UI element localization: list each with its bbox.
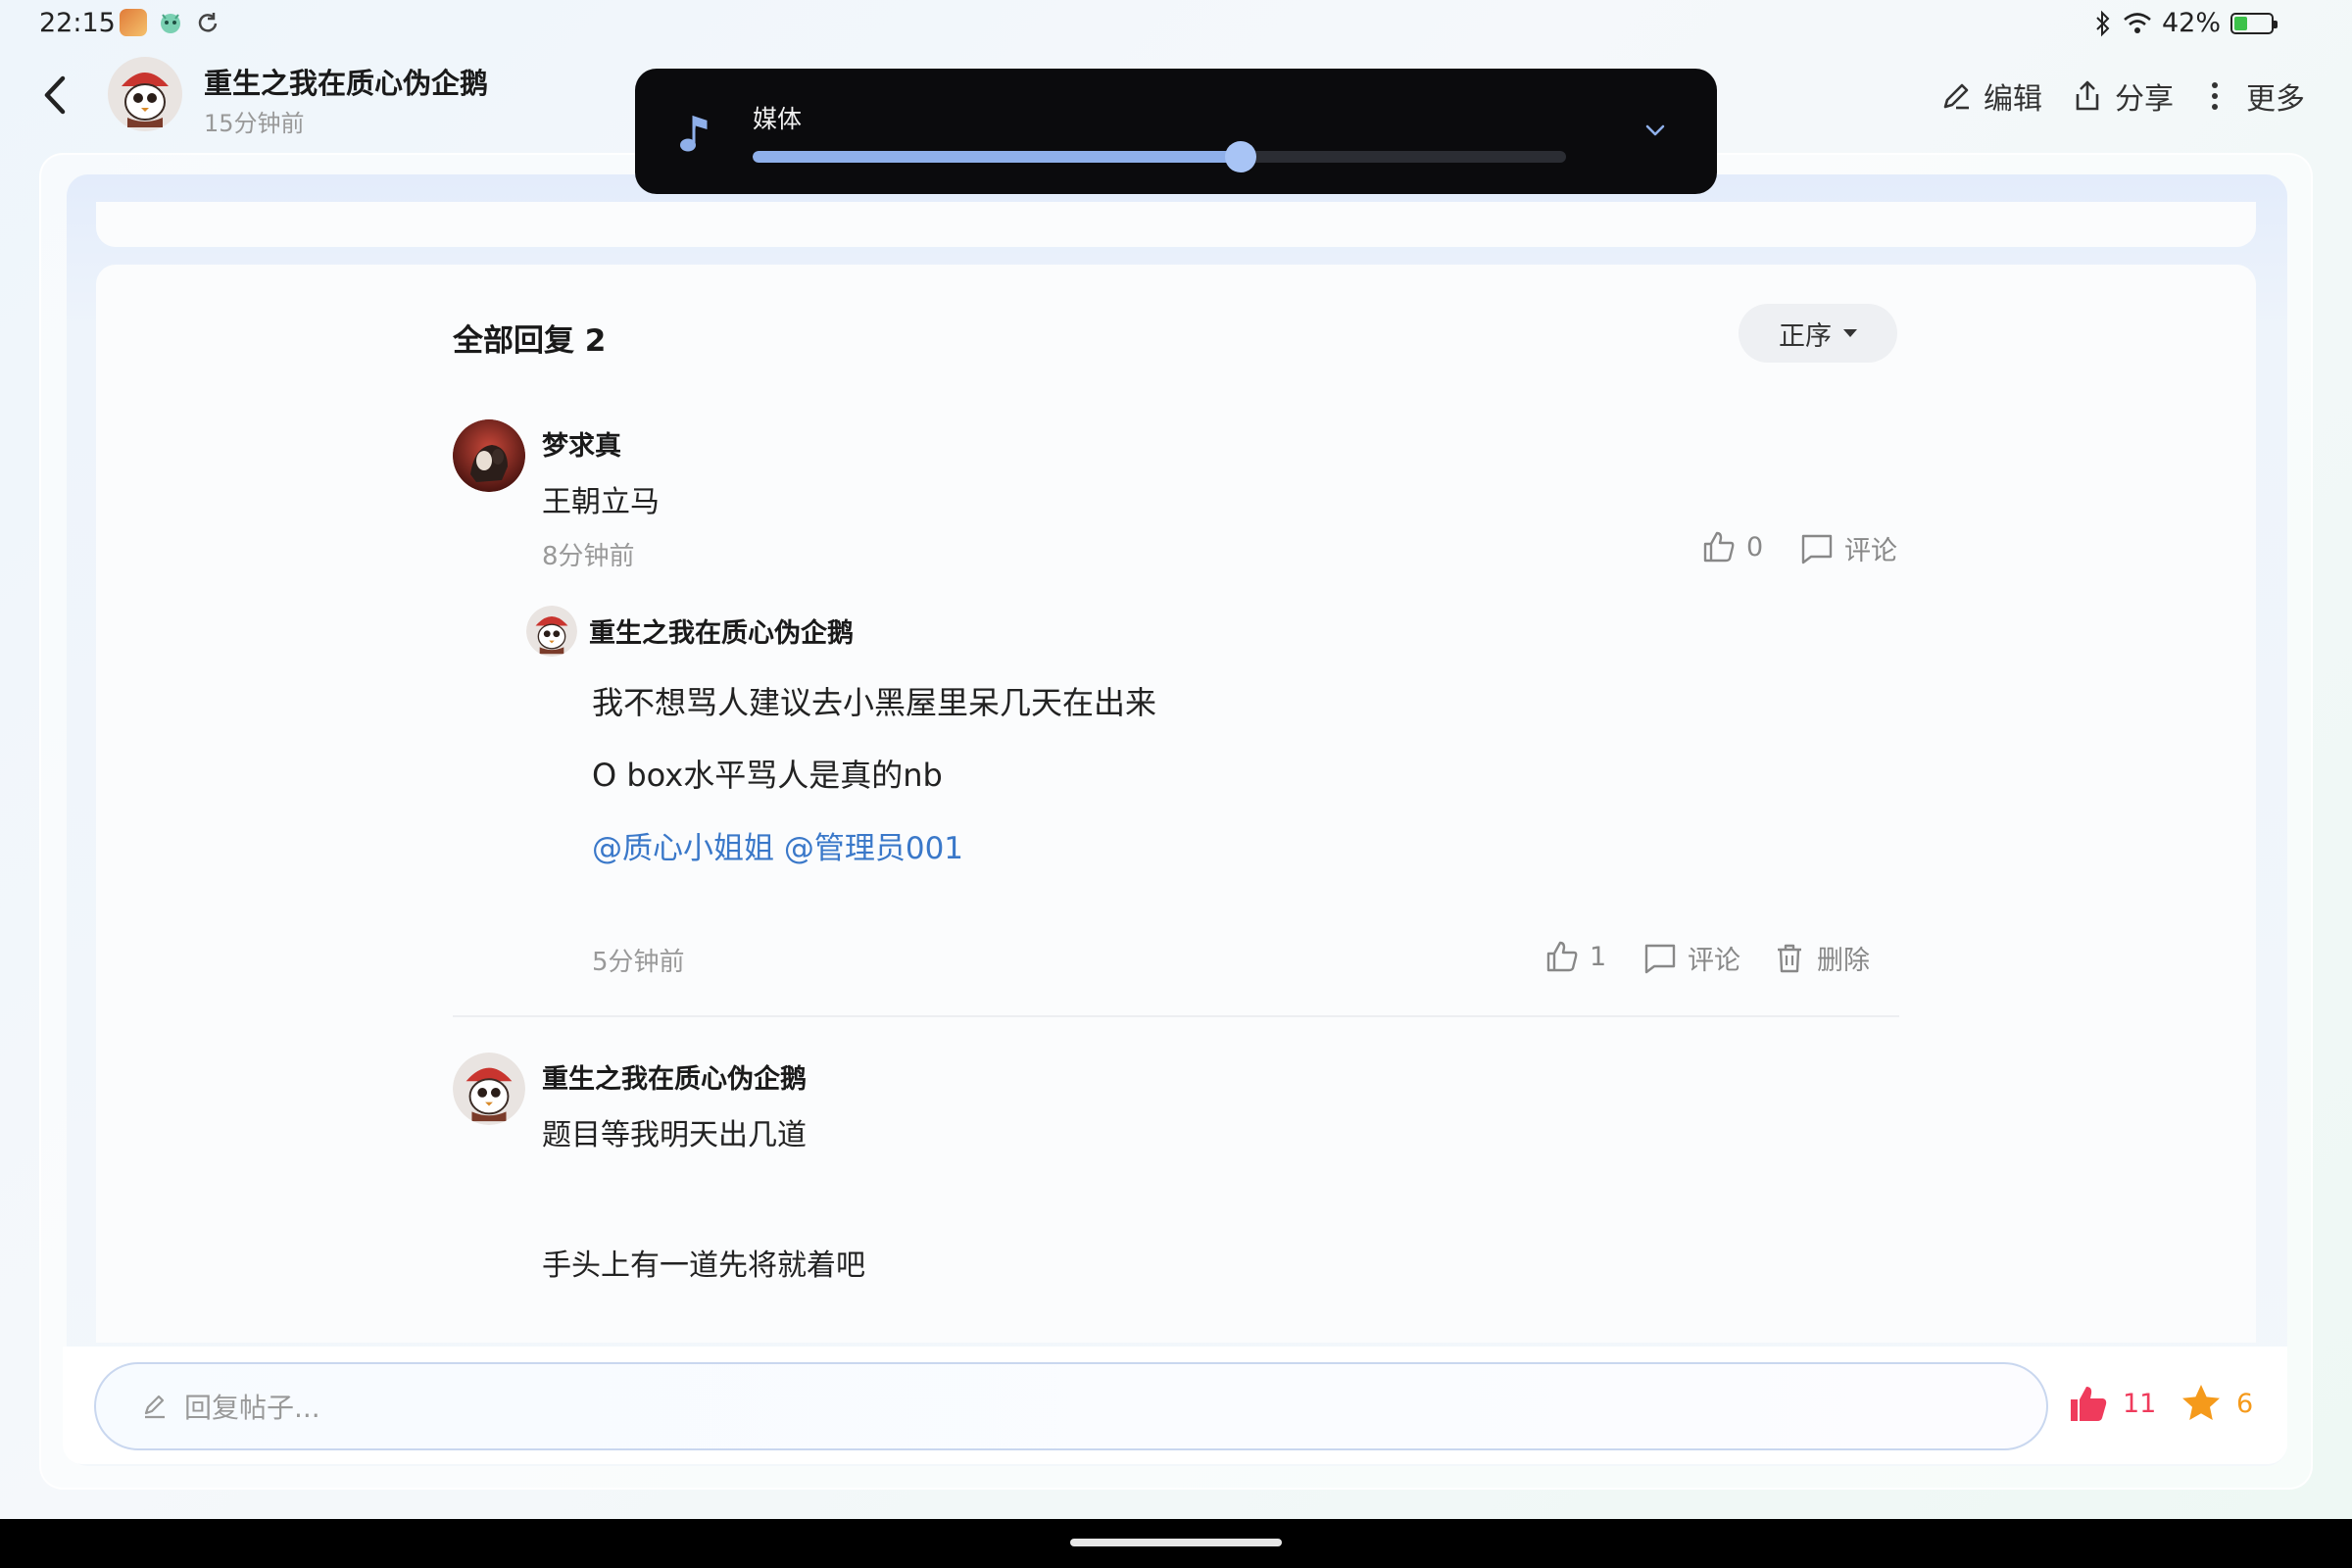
sub-reply-username[interactable]: 重生之我在质心伪企鹅 (589, 612, 854, 650)
music-note-icon (680, 115, 708, 152)
like-count: 0 (1746, 531, 1764, 563)
post-time: 15分钟前 (204, 110, 305, 137)
delete-button[interactable]: 删除 (1772, 939, 1870, 977)
caret-down-icon (1843, 329, 1857, 337)
comment-icon (1644, 944, 1676, 973)
reply-username[interactable]: 梦求真 (542, 424, 621, 463)
edit-icon (1943, 83, 1969, 110)
reply-divider (453, 1015, 1899, 1017)
sub-reply-line: 我不想骂人建议去小黑屋里呆几天在出来 (592, 684, 1157, 721)
reply-input[interactable]: 回复帖子... (94, 1362, 2048, 1450)
post-like-count: 11 (2123, 1388, 2157, 1419)
favorite-button[interactable]: 6 (2180, 1382, 2253, 1425)
game-notification-icon (157, 9, 184, 36)
sort-button[interactable]: 正序 (1739, 304, 1897, 363)
replies-title: 全部回复 2 (453, 323, 607, 359)
back-button[interactable] (35, 73, 74, 118)
sub-reply-time: 5分钟前 (592, 948, 685, 977)
reply-text-line: 手头上有一道先将就着吧 (542, 1249, 865, 1283)
like-count: 1 (1590, 941, 1607, 972)
bluetooth-icon (2096, 10, 2110, 36)
reply-placeholder: 回复帖子... (184, 1392, 320, 1424)
sync-icon (194, 9, 221, 36)
edit-button[interactable]: 编辑 (1938, 74, 2042, 118)
reply-time: 8分钟前 (542, 542, 635, 571)
reply-username[interactable]: 重生之我在质心伪企鹅 (542, 1057, 807, 1096)
media-label: 媒体 (753, 105, 803, 133)
mention-links[interactable]: @质心小姐姐 @管理员001 (592, 823, 963, 867)
author-name[interactable]: 重生之我在质心伪企鹅 (204, 61, 488, 102)
back-arrow-icon (44, 75, 66, 115)
more-vertical-icon (2212, 82, 2218, 110)
comment-button[interactable]: 评论 (1642, 939, 1740, 977)
like-button[interactable]: 1 (1544, 939, 1606, 974)
reply-avatar[interactable] (453, 1053, 525, 1125)
edit-label: 编辑 (1984, 82, 2042, 117)
reply-avatar[interactable] (453, 419, 525, 492)
like-button[interactable]: 0 (1701, 529, 1763, 564)
volume-slider-handle[interactable] (1225, 141, 1256, 172)
volume-slider[interactable] (753, 151, 1566, 163)
more-label: 更多 (2246, 82, 2305, 117)
replies-panel (96, 265, 2256, 1343)
share-button[interactable]: 分享 (2070, 74, 2174, 118)
post-like-button[interactable]: 11 (2066, 1382, 2156, 1425)
thumbs-up-filled-icon (2071, 1387, 2107, 1421)
star-filled-icon (2182, 1385, 2220, 1420)
thumbs-up-icon (1546, 941, 1578, 972)
sort-label: 正序 (1779, 320, 1832, 352)
sub-reply-avatar[interactable] (526, 606, 577, 657)
share-label: 分享 (2115, 82, 2174, 117)
post-body-end (96, 202, 2256, 247)
more-button[interactable]: 更多 (2201, 74, 2305, 118)
comment-button[interactable]: 评论 (1799, 529, 1897, 567)
comment-label: 评论 (1844, 536, 1897, 566)
trash-icon (1778, 944, 1801, 972)
thumbs-up-icon (1703, 531, 1735, 563)
media-volume-popup: 媒体 (635, 69, 1717, 194)
header-actions: 编辑 分享 更多 (1938, 74, 2305, 118)
sub-reply-line: O box水平骂人是真的nb (592, 757, 943, 794)
app-notification-icon (120, 9, 147, 36)
comment-label: 评论 (1688, 946, 1740, 976)
share-icon (2076, 80, 2099, 111)
status-indicators: 42% (2093, 8, 2278, 38)
chevron-down-icon[interactable] (1642, 118, 1668, 143)
battery-icon (2230, 12, 2278, 34)
battery-percent: 42% (2161, 8, 2221, 38)
status-time: 22:15 (39, 8, 116, 38)
reply-text-line: 题目等我明天出几道 (542, 1118, 807, 1152)
comment-icon (1801, 534, 1833, 564)
reply-text: 王朝立马 (542, 485, 660, 519)
author-avatar[interactable] (108, 57, 182, 131)
status-bar: 22:15 42% (0, 0, 2352, 47)
delete-label: 删除 (1817, 946, 1870, 976)
favorite-count: 6 (2236, 1388, 2254, 1419)
pencil-icon (144, 1395, 165, 1419)
home-gesture-handle[interactable] (1070, 1539, 1282, 1546)
wifi-icon (2124, 12, 2151, 33)
